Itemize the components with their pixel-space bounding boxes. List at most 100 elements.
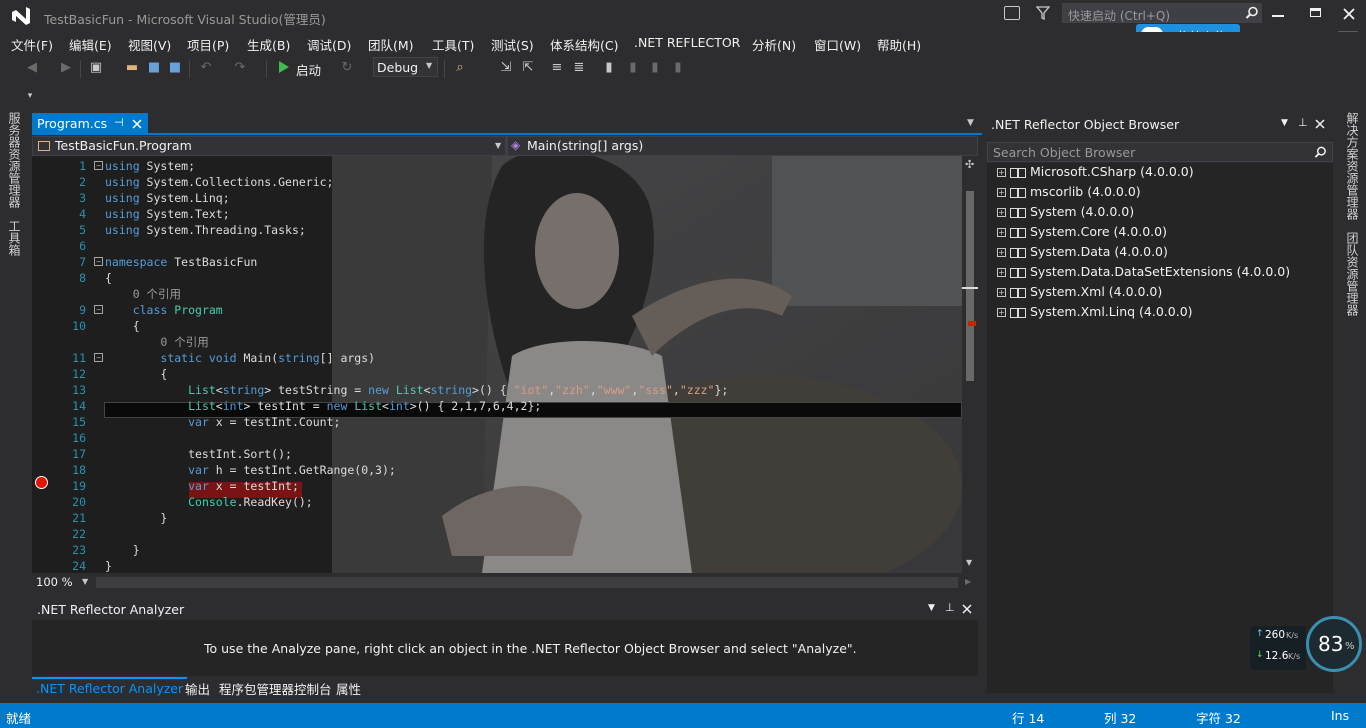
tree-item-assembly[interactable]: + mscorlib (4.0.0.0) (997, 184, 1141, 204)
tab-program-cs[interactable]: Program.cs ⊣ (32, 113, 148, 135)
clear-bookmarks-icon[interactable]: ▮ (670, 60, 686, 76)
menu-edit[interactable]: 编辑(E) (69, 35, 112, 54)
object-browser-search-input[interactable]: Search Object Browser (987, 142, 1333, 162)
expand-icon[interactable]: + (997, 288, 1006, 297)
solution-explorer-tab[interactable]: 解决方案资源管理器 (1344, 112, 1361, 220)
restore-icon[interactable] (1310, 8, 1321, 17)
tab-package-manager-console[interactable]: 程序包管理器控制台 (219, 679, 332, 698)
forward-icon[interactable]: ▶ (58, 60, 74, 76)
menu-build[interactable]: 生成(B) (247, 35, 290, 54)
menu-test[interactable]: 测试(S) (491, 35, 534, 54)
fold-toggle[interactable]: − (94, 257, 103, 266)
open-folder-icon[interactable]: ▬ (124, 60, 140, 76)
save-icon[interactable]: ■ (146, 60, 162, 76)
refresh-icon[interactable]: ↻ (339, 60, 355, 76)
save-all-icon[interactable]: ■ (167, 60, 183, 76)
comment-icon[interactable]: ≡ (549, 60, 565, 76)
horizontal-scrollbar[interactable] (96, 577, 958, 588)
toolbar-overflow-icon[interactable]: ▾ (22, 88, 38, 104)
team-explorer-tab[interactable]: 团队资源管理器 (1344, 232, 1361, 316)
scroll-down-icon[interactable]: ▼ (966, 558, 972, 567)
close-panel-icon[interactable] (1315, 119, 1325, 129)
search-icon[interactable] (1245, 6, 1259, 20)
close-panel-icon[interactable] (962, 604, 972, 614)
fold-toggle[interactable]: − (94, 161, 103, 170)
tree-item-assembly[interactable]: + Microsoft.CSharp (4.0.0.0) (997, 164, 1194, 184)
bookmark-icon[interactable]: ▮ (601, 60, 617, 76)
undo-icon[interactable]: ↶ (198, 60, 214, 76)
tree-item-assembly[interactable]: + System.Data.DataSetExtensions (4.0.0.0) (997, 264, 1290, 284)
menu-architecture[interactable]: 体系结构(C) (550, 35, 618, 54)
expand-icon[interactable]: + (997, 308, 1006, 317)
fold-toggle[interactable]: − (94, 305, 103, 314)
code-lens-references[interactable]: 0 个引用 (32, 334, 962, 350)
quick-launch-input[interactable]: 快速启动 (Ctrl+Q) (1062, 3, 1262, 23)
search-icon[interactable] (1314, 146, 1327, 159)
member-dropdown[interactable]: ◈ Main(string[] args) (508, 137, 977, 155)
server-explorer-tab[interactable]: 服务器资源管理器 (6, 112, 23, 208)
redo-icon[interactable]: ↷ (232, 60, 248, 76)
menu-net-reflector[interactable]: .NET REFLECTOR (634, 35, 740, 50)
configuration-dropdown[interactable]: Debug ▼ (373, 57, 438, 77)
panel-menu-icon[interactable]: ▼ (928, 603, 935, 613)
close-tab-icon[interactable] (132, 119, 142, 129)
fold-toggle[interactable]: − (94, 353, 103, 362)
menu-team[interactable]: 团队(M) (368, 35, 414, 54)
scroll-right-icon[interactable]: ▶ (965, 577, 971, 586)
tree-item-assembly[interactable]: + System.Core (4.0.0.0) (997, 224, 1167, 244)
expand-icon[interactable]: + (997, 228, 1006, 237)
next-bookmark-icon[interactable]: ▮ (647, 60, 663, 76)
toolbar-separator (266, 60, 267, 78)
start-icon[interactable] (278, 60, 290, 74)
tree-item-assembly[interactable]: + System (4.0.0.0) (997, 204, 1134, 224)
expand-icon[interactable]: + (997, 168, 1006, 177)
menu-help[interactable]: 帮助(H) (877, 35, 921, 54)
tab-list-dropdown-icon[interactable]: ▼ (967, 118, 974, 128)
code-lens-references[interactable]: 0 个引用 (32, 286, 962, 302)
zoom-level[interactable]: 100 % (36, 575, 73, 589)
menu-tools[interactable]: 工具(T) (432, 35, 474, 54)
menu-window[interactable]: 窗口(W) (814, 35, 861, 54)
network-speed-widget[interactable]: ↑ 260 K/s ↓ 12.6 K/s (1250, 626, 1306, 670)
expand-icon[interactable]: + (997, 248, 1006, 257)
tree-item-assembly[interactable]: + System.Xml (4.0.0.0) (997, 284, 1162, 304)
minimize-icon[interactable] (1272, 15, 1284, 17)
expand-icon[interactable]: + (997, 268, 1006, 277)
memory-usage-ball[interactable]: 83 % (1306, 616, 1362, 672)
step-over-icon[interactable]: ⇱ (520, 60, 536, 76)
pin-icon[interactable]: ⊣ (114, 116, 124, 129)
pin-icon[interactable]: ⊥ (1298, 116, 1308, 129)
menu-file[interactable]: 文件(F) (11, 35, 53, 54)
menu-debug[interactable]: 调试(D) (307, 35, 351, 54)
tab-output[interactable]: 输出 (185, 679, 210, 698)
start-button[interactable]: 启动 (296, 60, 321, 79)
menu-analyze[interactable]: 分析(N) (752, 35, 796, 54)
pin-icon[interactable]: ⊥ (945, 601, 955, 614)
split-icon[interactable]: ✣ (965, 158, 974, 171)
close-icon[interactable] (1343, 8, 1355, 20)
tab-reflector-analyzer[interactable]: .NET Reflector Analyzer (32, 677, 188, 697)
uncomment-icon[interactable]: ≣ (571, 60, 587, 76)
tree-item-assembly[interactable]: + System.Xml.Linq (4.0.0.0) (997, 304, 1193, 324)
code-editor[interactable]: 1− using System; 2 using System.Collection… (32, 156, 978, 573)
back-icon[interactable]: ◀ (24, 60, 40, 76)
panel-menu-icon[interactable]: ▼ (1281, 118, 1288, 128)
expand-icon[interactable]: + (997, 188, 1006, 197)
toolbox-tab[interactable]: 工具箱 (6, 220, 23, 256)
step-into-icon[interactable]: ⇲ (498, 60, 514, 76)
tree-item-assembly[interactable]: + System.Data (4.0.0.0) (997, 244, 1168, 264)
new-project-icon[interactable]: ▣ (88, 60, 104, 76)
chevron-down-icon[interactable]: ▼ (82, 577, 88, 586)
feedback-icon[interactable] (1004, 6, 1020, 20)
filter-icon[interactable] (1036, 6, 1050, 20)
menu-view[interactable]: 视图(V) (128, 35, 171, 54)
menu-project[interactable]: 项目(P) (187, 35, 229, 54)
find-in-files-icon[interactable]: ⌕ (452, 60, 468, 76)
tab-properties[interactable]: 属性 (336, 679, 361, 698)
prev-bookmark-icon[interactable]: ▮ (625, 60, 641, 76)
expand-icon[interactable]: + (997, 208, 1006, 217)
scrollbar-thumb[interactable] (966, 191, 974, 381)
class-dropdown[interactable]: TestBasicFun.Program ▼ (33, 137, 505, 155)
method-icon: ◈ (511, 138, 521, 152)
vertical-scrollbar[interactable]: ✣ ▼ (962, 156, 978, 573)
